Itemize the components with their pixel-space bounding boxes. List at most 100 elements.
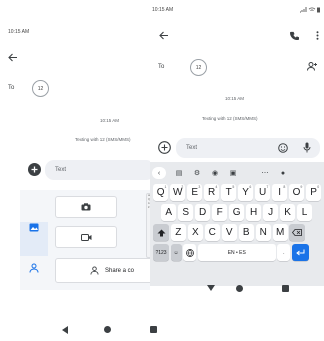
key-k[interactable]: K (279, 204, 296, 221)
video-button[interactable] (55, 226, 117, 248)
key-z[interactable]: Z (170, 224, 186, 241)
key-label: Q (156, 187, 165, 198)
message-timestamp: 10:15 AM (225, 96, 245, 101)
hide-keyboard-icon[interactable] (207, 285, 215, 291)
message-input[interactable]: Text (45, 160, 155, 180)
key-s[interactable]: S (177, 204, 194, 221)
key-d[interactable]: D (194, 204, 211, 221)
texting-info: Texting with 12 (SMS/MMS) (75, 137, 131, 142)
key-u[interactable]: U7 (254, 184, 271, 201)
key-v[interactable]: V (221, 224, 237, 241)
backspace-key[interactable] (289, 224, 306, 241)
globe-key[interactable] (183, 244, 197, 261)
translate-icon[interactable]: ▣ (226, 167, 240, 179)
key-label: Y (242, 187, 249, 198)
nav-recents-icon[interactable] (150, 326, 157, 333)
add-attachment-icon[interactable] (158, 141, 171, 154)
key-p[interactable]: P0 (305, 184, 322, 201)
key-j[interactable]: J (262, 204, 279, 221)
collapse-toolbar-icon[interactable]: ‹ (152, 167, 166, 179)
back-arrow-icon[interactable] (8, 53, 18, 62)
key-row-3: ZXCVBNM (153, 224, 307, 241)
nav-back-icon[interactable] (62, 326, 68, 334)
add-person-icon[interactable] (307, 62, 318, 71)
key-a[interactable]: A (161, 204, 177, 221)
key-y[interactable]: Y6 (237, 184, 254, 201)
shift-key[interactable] (153, 224, 169, 241)
key-hint: 4 (215, 185, 218, 189)
key-label: I (278, 187, 281, 198)
key-x[interactable]: X (187, 224, 203, 241)
phone-call-icon[interactable] (290, 31, 299, 40)
emoji-key[interactable]: ☺ (170, 244, 182, 261)
enter-arrow-icon (296, 249, 305, 256)
key-w[interactable]: W2 (169, 184, 186, 201)
key-c[interactable]: C (204, 224, 220, 241)
key-t[interactable]: T5 (220, 184, 237, 201)
message-timestamp: 10:15 AM (100, 118, 120, 123)
nav-home-icon[interactable] (236, 285, 243, 292)
period-key[interactable]: . (277, 244, 291, 261)
key-hint: 1 (164, 185, 167, 189)
space-key[interactable]: EN • ES (197, 244, 276, 261)
keyboard-toolbar: ‹ ▤ ⚙ ◉ ▣ ⋯ ● (150, 166, 324, 180)
key-b[interactable]: B (238, 224, 254, 241)
key-n[interactable]: N (255, 224, 271, 241)
key-m[interactable]: M (272, 224, 288, 241)
key-h[interactable]: H (245, 204, 262, 221)
message-input[interactable]: Text (176, 138, 320, 158)
more-options-icon[interactable] (316, 31, 319, 40)
camera-button[interactable] (55, 196, 117, 218)
enter-key[interactable] (291, 244, 309, 261)
key-r[interactable]: R4 (203, 184, 220, 201)
texting-info: Texting with 12 (SMS/MMS) (202, 116, 258, 121)
message-input-placeholder: Text (186, 145, 198, 151)
key-label: P (310, 187, 317, 198)
left-screen: 10:15 AM To 12 10:15 AM Texting with 12 … (0, 0, 162, 341)
key-row-4: ?123 ☺ EN • ES . (153, 244, 311, 261)
status-bar-time: 10:15 AM (152, 7, 174, 13)
backspace-icon (292, 229, 303, 236)
symbols-key[interactable]: ?123 (153, 244, 169, 261)
key-q[interactable]: Q1 (153, 184, 169, 201)
keyboard: ‹ ▤ ⚙ ◉ ▣ ⋯ ● Q1W2E3R4T5Y6U7I8O9P0 ASDFG… (150, 162, 324, 286)
clipboard-icon[interactable]: ▤ (172, 167, 186, 179)
letter-keys-row-3: ZXCVBNM (170, 224, 290, 241)
nav-home-icon[interactable] (104, 326, 111, 333)
more-toolbar-icon[interactable]: ⋯ (258, 167, 272, 179)
key-row-2: ASDFGHJKL (161, 204, 314, 221)
key-hint: 6 (249, 185, 252, 189)
key-i[interactable]: I8 (271, 184, 288, 201)
nav-recents-icon[interactable] (282, 285, 289, 292)
key-f[interactable]: F (211, 204, 228, 221)
key-hint: 7 (266, 185, 269, 189)
key-label: U (258, 187, 267, 198)
emoji-icon[interactable] (278, 143, 288, 153)
key-e[interactable]: E3 (186, 184, 203, 201)
microphone-icon[interactable] (303, 142, 311, 153)
share-contact-button[interactable]: Share a co (55, 258, 160, 283)
message-input-placeholder: Text (55, 167, 67, 173)
key-g[interactable]: G (228, 204, 245, 221)
keyboard-mic-icon[interactable]: ● (276, 167, 290, 179)
key-label: T (225, 187, 232, 198)
to-label: To (8, 85, 15, 91)
status-bar-time: 10:15 AM (8, 29, 30, 35)
key-o[interactable]: O9 (288, 184, 305, 201)
status-icons (300, 7, 320, 13)
key-hint: 3 (198, 185, 201, 189)
video-camera-icon (80, 233, 91, 241)
key-l[interactable]: L (296, 204, 313, 221)
right-screen: 10:15 AM To 12 10:15 AM Texting with 12 … (150, 0, 324, 341)
key-hint: 8 (283, 185, 286, 189)
contact-tab-icon[interactable] (29, 263, 39, 273)
key-label: E (191, 187, 198, 198)
recipient-chip[interactable]: 12 (32, 80, 49, 97)
key-hint: 0 (317, 185, 320, 189)
recipient-chip[interactable]: 12 (190, 59, 207, 76)
back-arrow-icon[interactable] (159, 31, 169, 40)
theme-palette-icon[interactable]: ◉ (208, 167, 222, 179)
settings-gear-icon[interactable]: ⚙ (190, 167, 204, 179)
add-attachment-icon[interactable] (28, 163, 41, 176)
globe-icon (185, 248, 194, 257)
